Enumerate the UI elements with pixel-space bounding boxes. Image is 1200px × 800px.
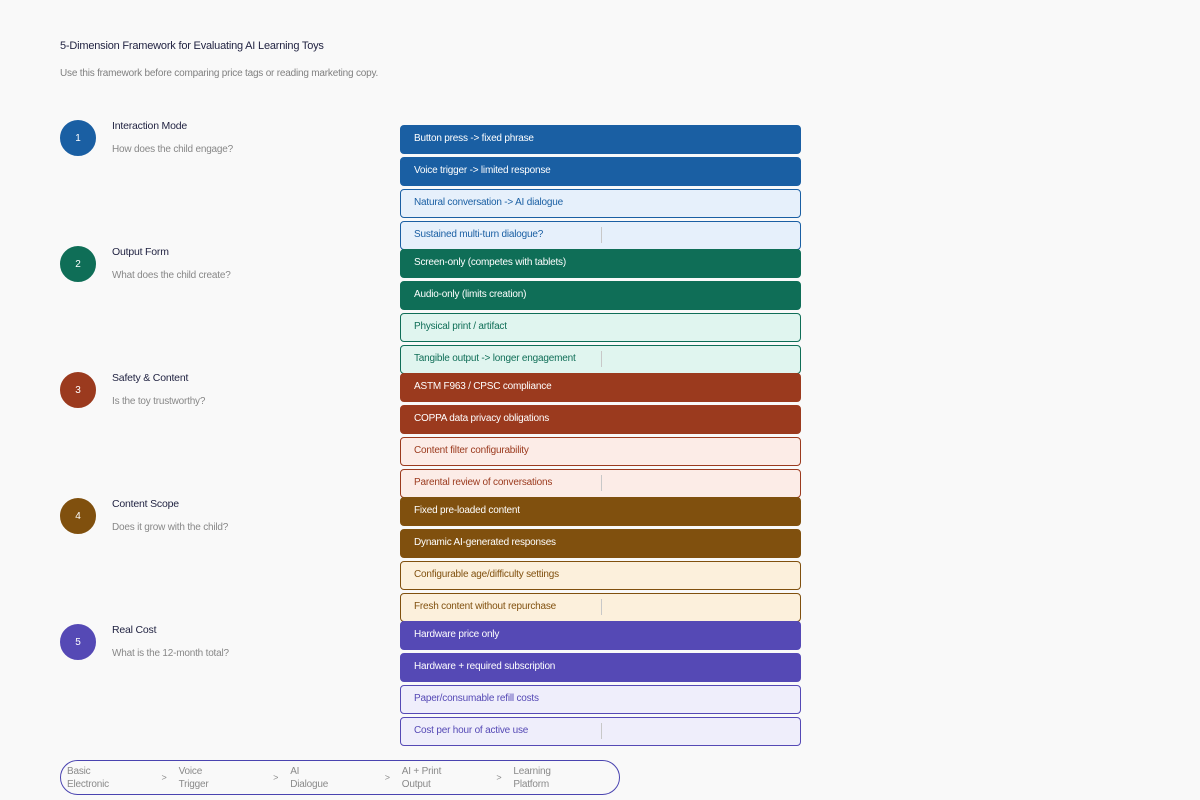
- dimension-1-option-1: Button press -> fixed phrase: [400, 125, 801, 154]
- dimension-number-badge: 3: [60, 372, 96, 408]
- option-divider: [601, 599, 602, 615]
- stage-label: Learning Platform: [513, 765, 551, 790]
- option-label: Dynamic AI-generated responses: [414, 537, 556, 548]
- dimension-4-option-4: Fresh content without repurchase: [400, 593, 801, 622]
- dimension-4-option-2: Dynamic AI-generated responses: [400, 529, 801, 558]
- progression-stage-1: Basic Electronic >: [61, 761, 173, 794]
- option-label: Fresh content without repurchase: [414, 601, 557, 612]
- dimension-name: Content Scope: [112, 498, 179, 510]
- dimension-1-option-4: Sustained multi-turn dialogue?: [400, 221, 801, 250]
- dimension-name: Output Form: [112, 246, 169, 258]
- option-label: Cost per hour of active use: [414, 725, 529, 736]
- diagram-subtitle: Use this framework before comparing pric…: [60, 68, 379, 79]
- dimension-1-option-3: Natural conversation -> AI dialogue: [400, 189, 801, 218]
- stage-label: Voice Trigger: [178, 765, 209, 790]
- progression-bar: Basic Electronic > Voice Trigger > AI Dialog…: [60, 760, 620, 795]
- dimension-3-option-4: Parental review of conversations: [400, 469, 801, 498]
- progression-stage-3: AI Dialogue >: [284, 761, 396, 794]
- dimension-5-option-1: Hardware price only: [400, 621, 801, 650]
- option-label: Parental review of conversations: [414, 477, 553, 488]
- chevron-right-icon: >: [161, 772, 167, 782]
- dimension-question: Does it grow with the child?: [112, 522, 229, 533]
- option-label: Content filter configurability: [414, 445, 529, 456]
- dimension-1: 1 Interaction Mode How does the child enga…: [60, 120, 390, 180]
- chevron-right-icon: >: [273, 772, 279, 782]
- option-label: Physical print / artifact: [414, 321, 507, 332]
- dimension-number-badge: 1: [60, 120, 96, 156]
- dimension-2-option-1: Screen-only (competes with tablets): [400, 249, 801, 278]
- option-divider: [601, 351, 602, 367]
- option-divider: [601, 475, 602, 491]
- dimension-name: Interaction Mode: [112, 120, 188, 132]
- option-label: Hardware + required subscription: [414, 661, 556, 672]
- stage-label: AI Dialogue: [290, 765, 329, 790]
- dimension-3: 3 Safety & Content Is the toy trustworthy?: [60, 372, 390, 432]
- dimension-name: Real Cost: [112, 624, 157, 636]
- dimension-3-option-1: ASTM F963 / CPSC compliance: [400, 373, 801, 402]
- dimension-4: 4 Content Scope Does it grow with the chil…: [60, 498, 390, 558]
- progression-stage-2: Voice Trigger >: [173, 761, 285, 794]
- dimension-question: What is the 12-month total?: [112, 648, 229, 659]
- progression-stage-4: AI + Print Output >: [396, 761, 508, 794]
- stage-label: AI + Print Output: [401, 765, 442, 790]
- stage-label: Basic Electronic: [67, 765, 109, 790]
- option-label: Tangible output -> longer engagement: [414, 353, 576, 364]
- dimension-5-option-3: Paper/consumable refill costs: [400, 685, 801, 714]
- option-label: Sustained multi-turn dialogue?: [414, 229, 544, 240]
- dimension-2-option-3: Physical print / artifact: [400, 313, 801, 342]
- option-label: Screen-only (competes with tablets): [414, 257, 566, 268]
- option-label: Paper/consumable refill costs: [414, 693, 539, 704]
- dimension-question: How does the child engage?: [112, 144, 234, 155]
- dimension-4-option-1: Fixed pre-loaded content: [400, 497, 801, 526]
- dimension-question: Is the toy trustworthy?: [112, 396, 206, 407]
- dimension-2: 2 Output Form What does the child create?: [60, 246, 390, 306]
- option-label: ASTM F963 / CPSC compliance: [414, 381, 552, 392]
- option-label: Fixed pre-loaded content: [414, 505, 520, 516]
- dimension-5-option-2: Hardware + required subscription: [400, 653, 801, 682]
- option-label: Voice trigger -> limited response: [414, 165, 551, 176]
- option-divider: [601, 723, 602, 739]
- option-label: Audio-only (limits creation): [414, 289, 527, 300]
- chevron-right-icon: >: [384, 772, 390, 782]
- dimension-3-option-2: COPPA data privacy obligations: [400, 405, 801, 434]
- dimension-number-badge: 2: [60, 246, 96, 282]
- dimension-number-badge: 5: [60, 624, 96, 660]
- diagram-title: 5-Dimension Framework for Evaluating AI …: [60, 40, 324, 52]
- option-divider: [601, 227, 602, 243]
- dimension-5-option-4: Cost per hour of active use: [400, 717, 801, 746]
- chevron-right-icon: >: [496, 772, 502, 782]
- dimension-name: Safety & Content: [112, 372, 189, 384]
- option-label: Button press -> fixed phrase: [414, 133, 534, 144]
- option-label: COPPA data privacy obligations: [414, 413, 550, 424]
- dimension-number-badge: 4: [60, 498, 96, 534]
- dimension-2-option-2: Audio-only (limits creation): [400, 281, 801, 310]
- dimension-1-option-2: Voice trigger -> limited response: [400, 157, 801, 186]
- option-label: Hardware price only: [414, 629, 500, 640]
- dimension-3-option-3: Content filter configurability: [400, 437, 801, 466]
- option-label: Natural conversation -> AI dialogue: [414, 197, 563, 208]
- option-label: Configurable age/difficulty settings: [414, 569, 559, 580]
- dimension-2-option-4: Tangible output -> longer engagement: [400, 345, 801, 374]
- progression-stage-5: Learning Platform: [507, 761, 619, 794]
- dimension-5: 5 Real Cost What is the 12-month total?: [60, 624, 390, 684]
- dimension-question: What does the child create?: [112, 270, 231, 281]
- dimension-4-option-3: Configurable age/difficulty settings: [400, 561, 801, 590]
